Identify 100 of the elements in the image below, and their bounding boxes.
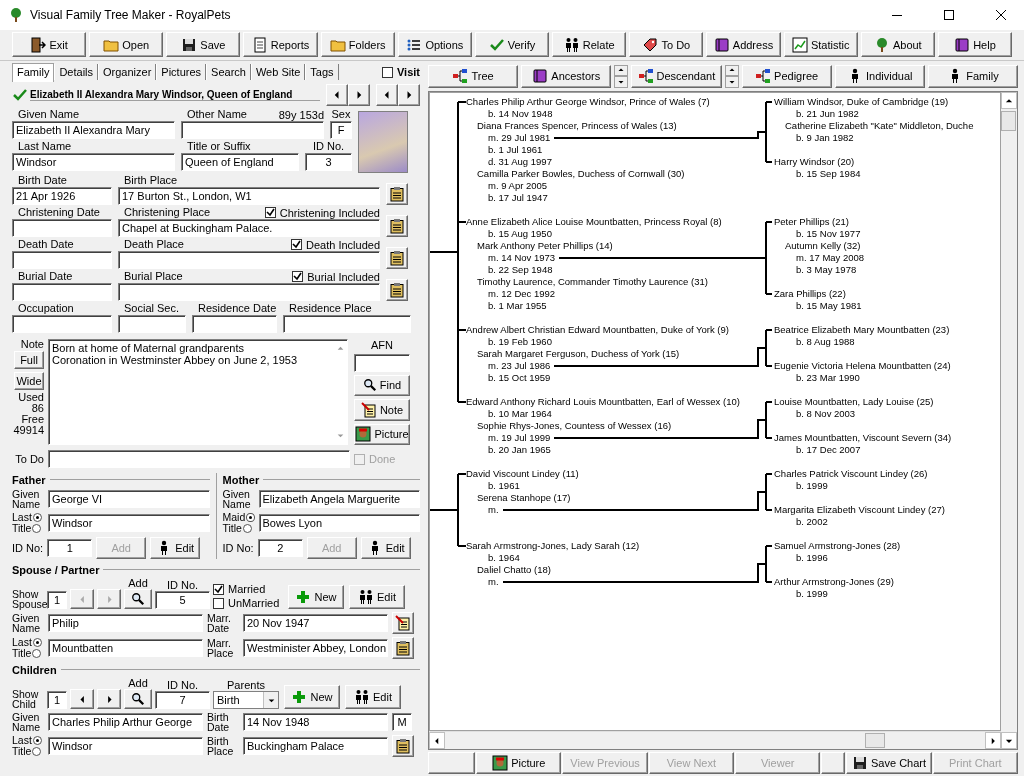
place-button[interactable] [386, 279, 408, 301]
input-field[interactable] [48, 450, 350, 468]
tree-entry[interactable]: Charles Philip Arthur George Windsor, Prince of Wales (7) [466, 96, 710, 108]
tab[interactable]: Family [12, 62, 55, 82]
radio-button[interactable] [32, 747, 42, 756]
radio-button[interactable] [32, 524, 42, 533]
tree-entry[interactable]: b. 15 Sep 1984 [796, 168, 861, 180]
tree-entry[interactable]: Beatrice Elizabeth Mary Mountbatten (23) [774, 324, 950, 336]
tree-entry[interactable]: Serena Stanhope (17) [477, 492, 571, 504]
tree-entry[interactable]: b. 22 Sep 1948 [488, 264, 553, 276]
input-field[interactable]: Queen of England [181, 153, 299, 171]
tree-entry[interactable]: m. 14 Nov 1973 [488, 252, 556, 264]
tree-entry[interactable]: Anne Elizabeth Alice Louise Mountbatten, Princess Royal (8) [466, 216, 722, 228]
input-field[interactable]: 14 Nov 1948 [243, 713, 388, 731]
tree-entry[interactable]: Arthur Armstrong-Jones (29) [774, 576, 894, 588]
view-button[interactable]: Tree [428, 64, 519, 88]
input-field[interactable]: 5 [155, 591, 210, 609]
tree-entry[interactable]: Camilla Parker Bowles, Duchess of Cornwall (30) [477, 168, 685, 180]
tree-entry[interactable]: b. 1999 [796, 480, 828, 492]
tree-entry[interactable]: Edward Anthony Richard Louis Mountbatten, Earl of Wessex (10) [466, 396, 740, 408]
tree-entry[interactable]: m. 29 Jul 1981 [488, 132, 551, 144]
input-field[interactable]: Elizabeth II Alexandra Mary [12, 121, 175, 139]
input-field[interactable]: Elizabeth Angela Marguerite [258, 490, 420, 508]
note-button[interactable]: Note [354, 399, 410, 421]
tree-entry[interactable]: Peter Phillips (21) [774, 216, 849, 228]
toolbar-button[interactable]: About [860, 32, 935, 57]
input-field[interactable]: 20 Nov 1947 [243, 614, 388, 632]
radio-button[interactable] [246, 513, 255, 522]
input-field[interactable]: 1 [47, 591, 67, 609]
radio-button[interactable] [32, 649, 42, 658]
input-field[interactable]: Bowes Lyon [258, 514, 420, 532]
input-field[interactable] [118, 251, 380, 269]
tree-entry[interactable]: b. 9 Jan 1982 [796, 132, 854, 144]
view-button[interactable]: Pedigree [741, 64, 832, 88]
input-field[interactable]: Windsor [12, 153, 175, 171]
view-button[interactable]: Descendant [631, 64, 722, 88]
tree-entry[interactable]: b. 1996 [796, 552, 828, 564]
spinner[interactable] [724, 64, 739, 88]
place-button[interactable] [386, 183, 408, 205]
checkbox[interactable] [213, 583, 224, 595]
tree-entry[interactable]: b. 8 Aug 1988 [796, 336, 855, 348]
tree-entry[interactable]: Margarita Elizabeth Viscount Lindey (27) [774, 504, 945, 516]
input-field[interactable]: Mountbatten [48, 639, 203, 657]
input-field[interactable]: George VI [48, 490, 210, 508]
checkbox[interactable] [292, 271, 304, 282]
tree-entry[interactable]: b. 1961 [488, 480, 520, 492]
input-field[interactable]: 1 [47, 539, 93, 557]
tree-entry[interactable]: David Viscount Lindey (11) [466, 468, 579, 480]
input-field[interactable]: Charles Philip Arthur George [48, 713, 203, 731]
tree-entry[interactable]: m. [488, 504, 499, 516]
view-button[interactable]: Ancestors [521, 64, 612, 88]
tree-entry[interactable]: Sarah Armstrong-Jones, Lady Sarah (12) [466, 540, 640, 552]
toolbar-button[interactable]: Save [166, 32, 241, 57]
tree-entry[interactable]: Diana Frances Spencer, Princess of Wales (13) [477, 120, 677, 132]
tree-entry[interactable]: Catherine Elizabeth "Kate" Middleton, Duche [785, 120, 974, 132]
scrollbar-thumb[interactable] [865, 733, 885, 748]
input-field[interactable] [192, 315, 277, 333]
toolbar-button[interactable]: Address [706, 32, 781, 57]
tree-entry[interactable]: Autumn Kelly (32) [785, 240, 861, 252]
input-field[interactable]: Windsor [48, 737, 203, 755]
toolbar-button[interactable]: Reports [243, 32, 318, 57]
wide-button[interactable]: Wide [14, 372, 44, 390]
tree-entry[interactable]: b. 8 Nov 2003 [796, 408, 856, 420]
tab[interactable]: Pictures [156, 64, 207, 80]
tree-entry[interactable]: b. 1 Mar 1955 [488, 300, 547, 312]
tree-entry[interactable]: b. 1 Jul 1961 [488, 144, 543, 156]
tree-entry[interactable]: m. 23 Jul 1986 [488, 360, 551, 372]
input-field[interactable] [118, 315, 186, 333]
tab[interactable]: Search [206, 64, 251, 80]
tree-entry[interactable]: m. [488, 576, 499, 588]
dropdown[interactable]: Birth [213, 691, 279, 709]
search-button[interactable] [124, 689, 152, 709]
edit-button[interactable]: Edit [360, 537, 411, 559]
next-button[interactable] [348, 84, 370, 106]
next-button[interactable] [398, 84, 420, 106]
tree-entry[interactable]: Zara Phillips (22) [774, 288, 846, 300]
note-button[interactable] [392, 612, 414, 634]
radio-button[interactable] [242, 524, 252, 533]
tree-entry[interactable]: b. 17 Dec 2007 [796, 444, 861, 456]
tree-entry[interactable]: Sarah Margaret Ferguson, Duchess of York (15) [477, 348, 680, 360]
new-button[interactable]: New [288, 585, 344, 609]
radio-button[interactable] [32, 638, 42, 647]
tree-entry[interactable]: m. 17 May 2008 [796, 252, 865, 264]
input-field[interactable]: 2 [257, 539, 303, 557]
tree-entry[interactable]: Harry Windsor (20) [774, 156, 855, 168]
find-button[interactable]: Find [354, 374, 410, 397]
input-field[interactable] [181, 121, 324, 139]
tree-entry[interactable]: m. 12 Dec 1992 [488, 288, 556, 300]
tree-entry[interactable]: William Windsor, Duke of Cambridge (19) [774, 96, 949, 108]
toolbar-button[interactable]: Verify [474, 32, 550, 57]
input-field[interactable]: Windsor [48, 514, 210, 532]
previous-button[interactable] [70, 689, 94, 709]
new-button[interactable]: New [284, 685, 340, 709]
tree-entry[interactable]: b. 17 Jul 1947 [488, 192, 548, 204]
toolbar-button[interactable]: Help [937, 32, 1013, 57]
vertical-scrollbar[interactable] [1001, 92, 1017, 749]
tree-entry[interactable]: Louise Mountbatten, Lady Louise (25) [774, 396, 934, 408]
tree-entry[interactable]: b. 20 Jan 1965 [488, 444, 551, 456]
input-field[interactable] [12, 315, 112, 333]
tree-entry[interactable]: b. 3 May 1978 [796, 264, 857, 276]
